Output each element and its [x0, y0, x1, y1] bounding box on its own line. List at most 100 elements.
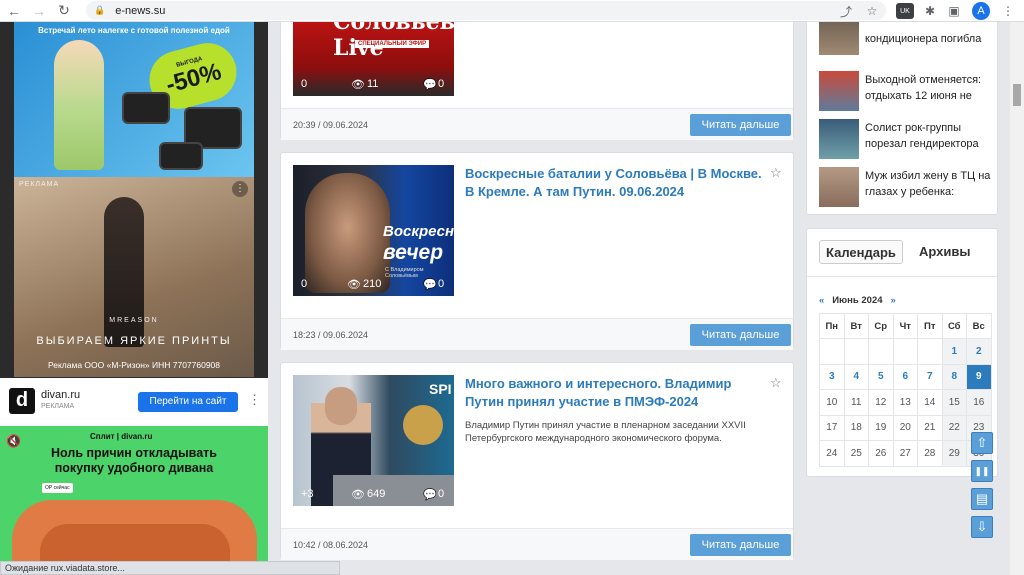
ad-brand: MREASON [109, 317, 159, 324]
eye-icon: 👁 [347, 279, 361, 291]
ad-options-icon[interactable]: ⋮ [232, 181, 248, 197]
scroll-up-button[interactable]: ⇧ [971, 432, 993, 454]
favorite-star-icon[interactable]: ☆ [770, 165, 782, 181]
divan-ad-banner[interactable]: 🔇 Сплит | divan.ru Ноль причин откладыва… [0, 426, 268, 575]
divan-ad-header[interactable]: d divan.ru РЕКЛАМА Перейти на сайт ⋮ [0, 378, 268, 426]
view-count: 649 [367, 488, 386, 500]
calendar-day[interactable]: 3 [819, 363, 845, 390]
news-thumbnail[interactable]: Соловьёв Live СПЕЦИАЛЬНЫЙ ЭФИР 0 👁 11 💬 … [293, 22, 454, 96]
calendar-week-row: 12 [819, 338, 992, 365]
post-time: 10:42 / 08.06.2024 [293, 540, 369, 550]
calendar-grid: Пн Вт Ср Чт Пт Сб Вс 1 2 3 4 5 6 7 8 9 10 11 12 13 14 15 16 17… [819, 313, 992, 467]
weekday-header: Пн [819, 313, 845, 339]
weekday-header: Вс [966, 313, 992, 339]
sidebar-news-item[interactable]: Солист рок-группы порезал гендиректора [819, 119, 994, 159]
calendar-empty-cell [917, 338, 943, 365]
news-card: SPI +3 👁 649 💬 0 Много важного и интерес… [280, 362, 794, 560]
news-thumbnail[interactable]: Воскресный вечер С Владимиром Соловьёвым… [293, 165, 454, 296]
calendar-day[interactable]: 9 [966, 363, 992, 390]
scroll-down-button[interactable]: ⇩ [971, 516, 993, 538]
tab-calendar[interactable]: Календарь [819, 240, 903, 264]
calendar-day: 25 [843, 440, 869, 467]
profile-avatar[interactable]: A [972, 2, 990, 20]
pause-button[interactable]: ❚❚ [971, 460, 993, 482]
card-footer: 18:23 / 09.06.2024 Читать дальше [281, 318, 793, 350]
thumb-stats: 0 👁 11 💬 0 [293, 78, 454, 92]
translate-extension-icon[interactable]: UK [896, 3, 914, 19]
favorite-star-icon[interactable]: ☆ [770, 375, 782, 391]
fashion-ad[interactable]: РЕКЛАМА ⋮ MREASON ВЫБИРАЕМ ЯРКИЕ ПРИНТЫ … [14, 177, 254, 377]
news-title-link[interactable]: Воскресные баталии у Соловьёва | В Москв… [465, 165, 765, 201]
sidebar-news-item[interactable]: кондиционера погибла [819, 22, 994, 55]
weekday-header: Вт [843, 313, 869, 339]
calendar-day: 18 [843, 414, 869, 441]
next-month-link[interactable]: » [890, 295, 895, 306]
sidebar-news-title: Муж избил жену в ТЦ на глазах у ребенка: [865, 170, 991, 198]
calendar-week-row: 24252627282930 [819, 440, 992, 467]
calendar-day: 12 [868, 389, 894, 416]
calendar-day[interactable]: 8 [941, 363, 967, 390]
calendar-day: 27 [892, 440, 918, 467]
food-delivery-ad[interactable]: Встречай лето налегке с готовой полезной… [14, 22, 254, 177]
read-more-button[interactable]: Читать дальше [690, 534, 791, 556]
thumb-line-2: вечер [383, 241, 444, 264]
comment-count: 0 [438, 278, 445, 290]
calendar-day[interactable]: 7 [917, 363, 943, 390]
read-more-button[interactable]: Читать дальше [690, 114, 791, 136]
extensions-icon[interactable]: ✱ [920, 1, 940, 21]
thumb-subtitle: СПЕЦИАЛЬНЫЙ ЭФИР [355, 40, 430, 48]
comment-count: 0 [438, 78, 445, 90]
calendar-day: 16 [966, 389, 992, 416]
calendar-day: 10 [819, 389, 845, 416]
calendar-day[interactable]: 2 [966, 338, 992, 365]
read-more-button[interactable]: Читать дальше [690, 324, 791, 346]
eye-icon: 👁 [351, 489, 365, 501]
calendar-day: 24 [819, 440, 845, 467]
speaker-head-image [325, 387, 357, 425]
ad-options-icon[interactable]: ⋮ [248, 392, 261, 408]
news-title-link[interactable]: Много важного и интересного. Владимир Пу… [465, 375, 765, 411]
url-text: e-news.su [115, 4, 166, 17]
page-viewport: Встречай лето налегке с готовой полезной… [0, 22, 1024, 575]
comment-icon: 💬 [423, 79, 437, 91]
news-card: Соловьёв Live СПЕЦИАЛЬНЫЙ ЭФИР 0 👁 11 💬 … [280, 22, 794, 140]
calendar-day[interactable]: 6 [892, 363, 918, 390]
visit-site-button[interactable]: Перейти на сайт [138, 392, 238, 412]
address-bar[interactable]: 🔒 e-news.su [86, 1, 886, 20]
calendar-day: 20 [892, 414, 918, 441]
news-excerpt: Владимир Путин принял участие в пленарно… [465, 420, 746, 444]
sidebar-news-item[interactable]: Выходной отменяется: отдыхать 12 июня не [819, 71, 994, 111]
bookmark-star-icon[interactable]: ☆ [862, 1, 882, 21]
reload-icon[interactable]: ↻ [53, 1, 75, 21]
sidebar-news-title: Выходной отменяется: отдыхать 12 июня не [865, 74, 982, 102]
tab-divider [807, 276, 997, 277]
ad-legal-text: Реклама ООО «М-Ризон» ИНН 7707760908 [47, 360, 221, 370]
back-icon[interactable]: ← [3, 1, 25, 21]
ad-model-image [54, 40, 104, 170]
sidebar-news-item[interactable]: Муж избил жену в ТЦ на глазах у ребенка: [819, 167, 994, 207]
calendar-day[interactable]: 4 [843, 363, 869, 390]
mute-icon[interactable]: 🔇 [6, 434, 21, 448]
calendar-week-row: 3456789 [819, 363, 992, 390]
scrollbar-thumb[interactable] [1013, 84, 1021, 106]
prev-month-link[interactable]: « [819, 295, 824, 306]
forward-icon[interactable]: → [28, 1, 50, 21]
weekday-header: Сб [941, 313, 967, 339]
menu-kebab-icon[interactable]: ⋮ [998, 1, 1018, 21]
share-icon[interactable]: ⤴ [836, 1, 856, 21]
calendar-day: 19 [868, 414, 894, 441]
news-thumbnail[interactable]: SPI +3 👁 649 💬 0 [293, 375, 454, 506]
ad-title: Ноль причин откладывать покупку удобного… [51, 446, 217, 475]
page-scrollbar[interactable] [1010, 22, 1024, 575]
news-thumb-image [819, 167, 859, 207]
side-panel-icon[interactable]: ▣ [944, 1, 964, 21]
tab-archive[interactable]: Архивы [913, 240, 976, 264]
ad-label: РЕКЛАМА [41, 403, 75, 410]
calendar-day[interactable]: 5 [868, 363, 894, 390]
weekday-header: Ср [868, 313, 894, 339]
weekday-header: Пт [917, 313, 943, 339]
comment-icon: 💬 [423, 279, 437, 291]
book-icon[interactable]: ▤ [971, 488, 993, 510]
forum-emblem-image [403, 405, 443, 445]
calendar-day[interactable]: 1 [941, 338, 967, 365]
